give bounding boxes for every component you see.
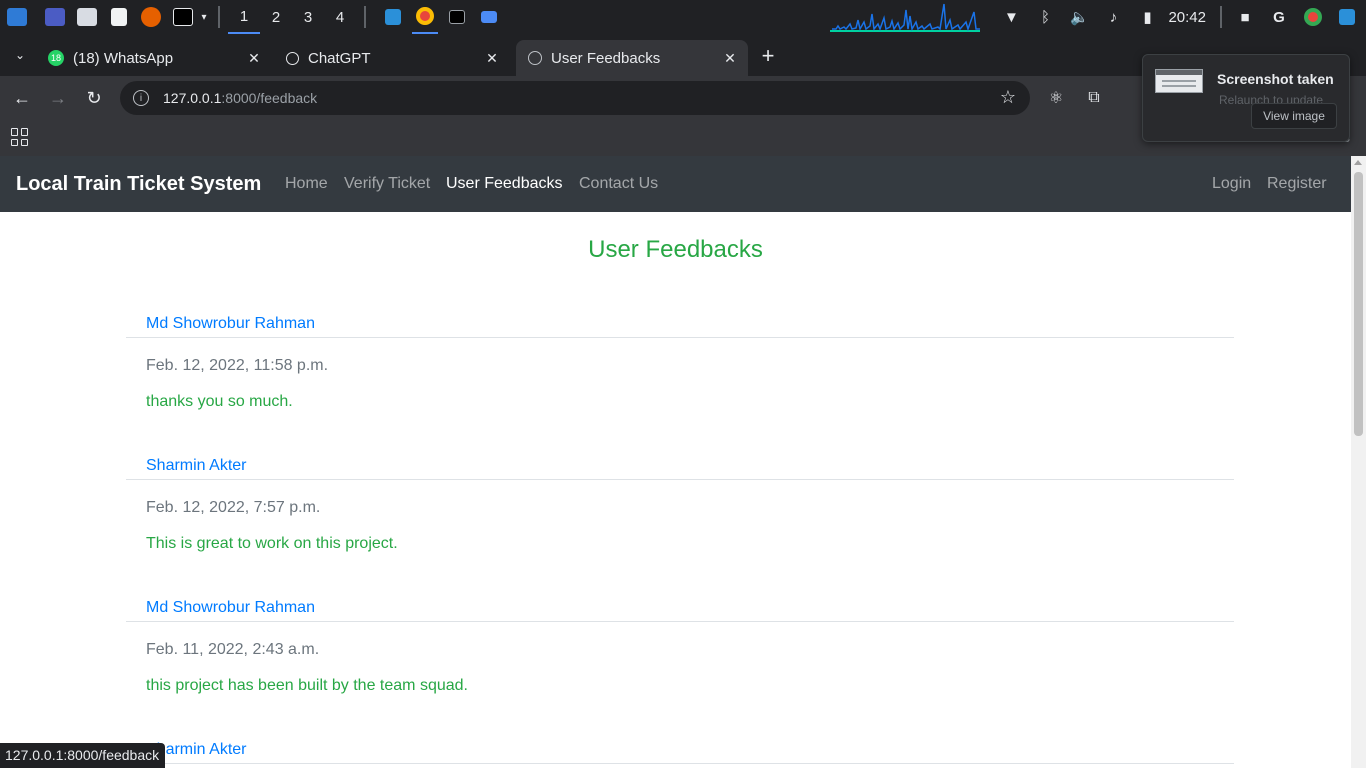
scroll-thumb[interactable] [1354,172,1363,436]
url-text[interactable]: 127.0.0.1:8000/feedback [163,90,317,106]
divider [126,337,1234,338]
vscode-tray-icon[interactable] [1336,6,1358,28]
divider [126,763,1234,764]
url-host: 127.0.0.1 [163,90,222,106]
system-tray: ▼ ᛒ 🔈 ♪ ▮ 20:42 ■ G [830,0,1366,34]
forward-arrow-icon[interactable]: → [46,86,70,110]
feedback-date: Feb. 12, 2022, 7:57 p.m. [146,499,321,516]
link-status-bubble: 127.0.0.1:8000/feedback [0,743,166,768]
desktop-icon[interactable] [42,6,68,28]
feedback-date: Feb. 12, 2022, 11:58 p.m. [146,357,329,374]
clock[interactable]: 20:42 [1168,9,1206,26]
react-devtools-icon[interactable]: ⚛ [1044,86,1068,110]
feedback-author[interactable]: Md Showrobur Rahman [146,315,315,333]
divider [126,621,1234,622]
site-navbar: Local Train Ticket System Home Verify Ti… [0,156,1351,212]
feedback-date: Feb. 11, 2022, 2:43 a.m. [146,641,320,658]
workspace-2[interactable]: 2 [260,0,292,34]
screenshot-notification: Screenshot taken Relaunch to update View… [1142,54,1350,142]
page-viewport: Local Train Ticket System Home Verify Ti… [0,156,1351,768]
nav-verify-ticket[interactable]: Verify Ticket [344,175,430,193]
network-graph-icon [830,3,981,32]
kali-menu-icon[interactable] [4,6,30,28]
extensions-puzzle-icon[interactable]: ⧉ [1082,86,1106,110]
bluetooth-icon[interactable]: ᛒ [1034,6,1056,28]
text-editor-icon[interactable] [106,6,132,28]
page-scrollbar[interactable] [1351,156,1366,768]
globe-icon [528,51,542,65]
site-brand[interactable]: Local Train Ticket System [16,173,261,196]
vscode-window-icon[interactable] [380,6,406,28]
chrome-window-icon[interactable] [412,0,438,34]
chrome-tray-icon[interactable] [1302,6,1324,28]
nav-home[interactable]: Home [285,175,328,193]
url-path: :8000/feedback [221,90,318,106]
close-tab-icon[interactable]: ✕ [482,48,502,68]
divider [126,479,1234,480]
back-arrow-icon[interactable]: ← [10,86,34,110]
google-icon[interactable]: G [1268,6,1290,28]
feedback-author[interactable]: Sharmin Akter [146,457,246,475]
nav-user-feedbacks[interactable]: User Feedbacks [446,175,563,193]
workspace-1[interactable]: 1 [228,0,260,34]
terminal-window-icon[interactable] [444,6,470,28]
terminal-icon[interactable] [170,6,196,28]
tab-title: User Feedbacks [551,49,661,67]
chevron-down-icon[interactable]: ▾ [198,6,210,28]
site-info-icon[interactable]: i [133,90,149,106]
notification-title: Screenshot taken [1217,71,1334,87]
feedback-message: thanks you so much. [146,393,293,410]
new-tab-icon[interactable]: + [756,43,780,68]
bookmark-star-icon[interactable]: ☆ [1000,87,1016,108]
address-bar[interactable]: i 127.0.0.1:8000/feedback ☆ [120,81,1030,115]
feedback-message: this project has been built by the team … [146,677,468,694]
page-title: User Feedbacks [588,236,763,263]
notification-bell-icon[interactable]: ♪ [1102,6,1124,28]
lock-icon[interactable]: ■ [1234,6,1256,28]
workspace-4[interactable]: 4 [324,0,356,34]
folder-window-icon[interactable] [476,6,502,28]
whatsapp-icon: 18 [48,50,64,66]
firefox-icon[interactable] [138,6,164,28]
tab-user-feedbacks[interactable]: User Feedbacks ✕ [516,40,748,76]
os-taskbar: ▾ 1 2 3 4 ▼ ᛒ 🔈 ♪ ▮ 20:42 ■ G [0,0,1366,34]
feedback-message: This is great to work on this project. [146,535,398,552]
taskbar-divider [364,6,366,28]
tab-title: ChatGPT [308,49,371,67]
tab-title: (18) WhatsApp [73,49,174,67]
nav-register[interactable]: Register [1267,175,1327,193]
nav-login[interactable]: Login [1212,175,1251,193]
scroll-up-arrow-icon[interactable] [1354,160,1362,165]
taskbar-divider [218,6,220,28]
chatgpt-icon [286,51,299,65]
close-tab-icon[interactable]: ✕ [244,48,264,68]
battery-icon[interactable]: ▮ [1136,6,1158,28]
close-tab-icon[interactable]: ✕ [720,48,740,68]
workspace-3[interactable]: 3 [292,0,324,34]
tab-chatgpt[interactable]: ChatGPT ✕ [274,40,510,76]
taskbar-divider [1220,6,1222,28]
volume-icon[interactable]: 🔈 [1068,6,1090,28]
reload-icon[interactable]: ↻ [82,86,106,110]
apps-grid-icon[interactable] [11,128,29,146]
view-image-button[interactable]: View image [1251,103,1337,129]
screenshot-thumbnail[interactable] [1155,69,1203,93]
feedback-author[interactable]: Md Showrobur Rahman [146,599,315,617]
file-manager-icon[interactable] [74,6,100,28]
tab-whatsapp[interactable]: 18 (18) WhatsApp ✕ [36,40,272,76]
nav-contact-us[interactable]: Contact Us [579,175,658,193]
wifi-icon[interactable]: ▼ [1000,6,1022,28]
tab-search-chevron-icon[interactable]: ⌄ [8,44,32,66]
